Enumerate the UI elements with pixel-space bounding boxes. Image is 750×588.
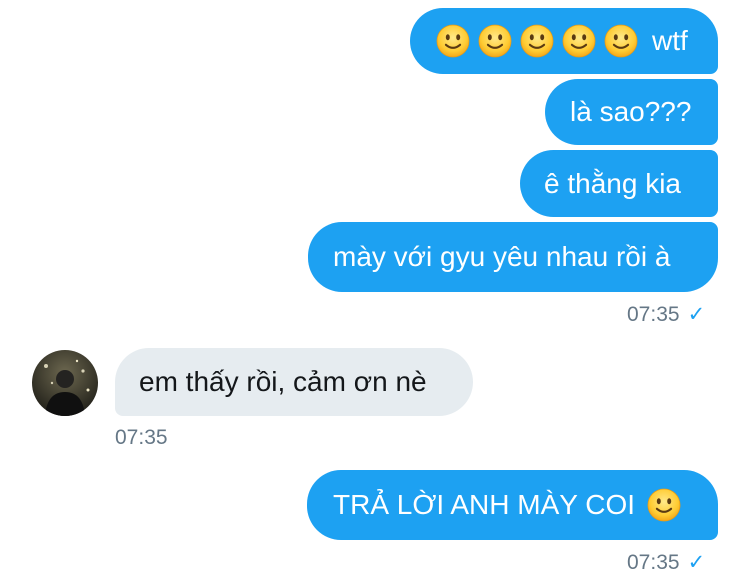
message-timestamp: 07:35: [115, 426, 168, 450]
slightly-smiling-face-icon: [604, 24, 638, 58]
avatar[interactable]: [32, 350, 98, 416]
timestamp-text: 07:35: [627, 551, 680, 574]
message-text: mày với gyu yêu nhau rồi à: [333, 241, 671, 272]
message-timestamp: 07:35 ✓: [627, 302, 705, 327]
incoming-message-bubble[interactable]: em thấy rồi, cảm ơn nè: [115, 348, 473, 416]
slightly-smiling-face-icon: [520, 24, 554, 58]
slightly-smiling-face-icon: [478, 24, 512, 58]
message-text: ê thằng kia: [544, 167, 681, 199]
outgoing-message-bubble[interactable]: TRẢ LỜI ANH MÀY COI: [307, 470, 718, 540]
message-text: em thấy rồi, cảm ơn nè: [139, 366, 427, 397]
slightly-smiling-face-icon: [647, 488, 681, 522]
message-text: TRẢ LỜI ANH MÀY COI: [333, 489, 635, 520]
avatar-image: [32, 350, 98, 416]
outgoing-message-bubble[interactable]: ê thằng kia: [520, 150, 718, 217]
slightly-smiling-face-icon: [436, 24, 470, 58]
outgoing-message-bubble[interactable]: mày với gyu yêu nhau rồi à: [308, 222, 718, 292]
timestamp-text: 07:35: [627, 303, 680, 326]
outgoing-message-bubble[interactable]: là sao???: [545, 79, 718, 145]
message-text: wtf: [652, 25, 688, 56]
message-text: là sao???: [570, 96, 692, 127]
check-icon: ✓: [687, 551, 706, 574]
slightly-smiling-face-icon: [562, 24, 596, 58]
message-timestamp: 07:35 ✓: [627, 550, 705, 575]
timestamp-text: 07:35: [115, 426, 168, 449]
check-icon: ✓: [687, 303, 706, 326]
outgoing-message-bubble[interactable]: wtf: [410, 8, 718, 74]
